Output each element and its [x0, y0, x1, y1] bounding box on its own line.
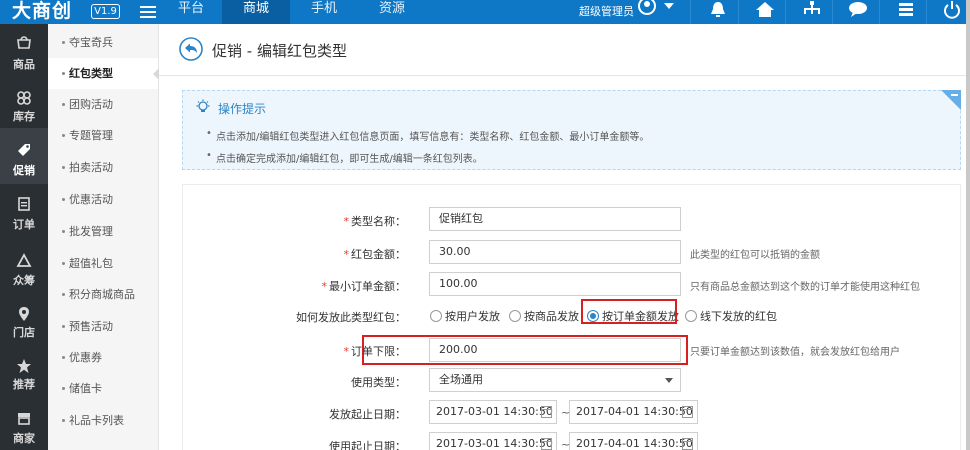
- calendar-icon[interactable]: [682, 406, 693, 418]
- version-badge: V1.9: [91, 4, 120, 19]
- merchant-icon: [18, 413, 30, 425]
- lightbulb-icon: [196, 99, 210, 112]
- use-dates-label: 使用起止日期：: [329, 440, 406, 450]
- nav-item-label: 众筹: [13, 274, 35, 287]
- minus-icon: [951, 94, 958, 96]
- subnav-item-bonus-type[interactable]: 红包类型: [48, 58, 159, 89]
- calendar-icon[interactable]: [682, 438, 693, 450]
- min-order-hint: 只有商品总金额达到这个数的订单才能使用这种红包: [690, 282, 920, 293]
- use-type-label: 使用类型：: [351, 376, 406, 389]
- amount-input[interactable]: 30.00: [429, 240, 681, 264]
- tip-text: 点击添加/编辑红包类型进入红包信息页面，填写信息有：类型名称、红包金额、最小订单…: [206, 128, 649, 143]
- highlight-box: [581, 299, 677, 324]
- amount-label: * 红包金额：: [343, 248, 407, 261]
- subnav-item-treasure[interactable]: 夺宝奇兵: [48, 27, 158, 58]
- nav-item-crowdfund[interactable]: 众筹: [0, 240, 48, 292]
- star-icon: [17, 359, 31, 373]
- subnav-item-auction[interactable]: 拍卖活动: [48, 152, 158, 183]
- chat-icon[interactable]: [847, 0, 871, 20]
- subnav-item-group-buy[interactable]: 团购活动: [48, 89, 158, 120]
- goods-icon: [17, 36, 31, 49]
- top-bar: 大商创 V1.9 平台 商城 手机 资源 超级管理员: [0, 0, 970, 24]
- stack-icon[interactable]: [894, 0, 918, 20]
- radio-by-user[interactable]: 按用户发放: [430, 308, 500, 324]
- nav-item-recommend[interactable]: 推荐: [0, 344, 48, 396]
- nav-item-goods[interactable]: 商品: [0, 24, 48, 76]
- subnav-item-points-mall[interactable]: 积分商城商品: [48, 279, 158, 310]
- radio-by-goods[interactable]: 按商品发放: [509, 308, 579, 324]
- order-floor-hint: 只要订单金额达到该数值，就会发放红包给用户: [690, 347, 900, 358]
- subnav-item-topic[interactable]: 专题管理: [48, 120, 158, 151]
- nav-item-label: 门店: [13, 326, 35, 339]
- crowdfund-icon: [16, 253, 32, 267]
- subnav-item-wholesale[interactable]: 批发管理: [48, 216, 158, 247]
- primary-nav: 商品 库存 促销 订单 众筹 门店 推荐 商家: [0, 24, 48, 450]
- tips-title: 操作提示: [218, 102, 267, 116]
- chevron-down-icon: [665, 378, 673, 383]
- type-name-input[interactable]: 促销红包: [429, 207, 681, 231]
- use-type-value: 全场通用: [439, 373, 483, 386]
- top-tab-resources[interactable]: 资源: [358, 0, 426, 24]
- send-start-date-input[interactable]: 2017-03-01 14:30:50: [429, 400, 557, 424]
- nav-item-label: 推荐: [13, 378, 35, 391]
- power-icon[interactable]: [940, 0, 964, 20]
- min-order-input[interactable]: 100.00: [429, 272, 681, 296]
- nav-item-promotion[interactable]: 促销: [0, 128, 48, 184]
- order-floor-label: * 订单下限：: [343, 345, 407, 358]
- subnav-item-value-card[interactable]: 储值卡: [48, 373, 158, 404]
- amount-hint: 此类型的红包可以抵销的金额: [690, 250, 820, 261]
- nav-item-merchant[interactable]: 商家: [0, 396, 48, 448]
- type-name-label: * 类型名称：: [343, 215, 407, 228]
- use-start-date-input[interactable]: 2017-03-01 14:30:50: [429, 432, 557, 450]
- subnav-item-discount[interactable]: 优惠活动: [48, 184, 158, 215]
- back-button[interactable]: [179, 37, 203, 61]
- nav-item-label: 订单: [13, 218, 35, 231]
- bell-icon[interactable]: [706, 0, 730, 20]
- top-tab-mobile[interactable]: 手机: [290, 0, 358, 24]
- page-title: 促销 - 编辑红包类型: [212, 42, 347, 60]
- store-location-icon: [19, 307, 29, 321]
- order-icon: [18, 197, 30, 211]
- order-floor-input[interactable]: 200.00: [429, 338, 681, 362]
- secondary-nav: 夺宝奇兵 红包类型 团购活动 专题管理 拍卖活动 优惠活动 批发管理 超值礼包 …: [48, 24, 159, 450]
- home-icon[interactable]: [753, 0, 777, 20]
- top-tab-mall[interactable]: 商城: [222, 0, 290, 24]
- page-header: 促销 - 编辑红包类型: [159, 24, 966, 76]
- send-method-label: 如何发放此类型红包：: [296, 311, 406, 324]
- radio-offline[interactable]: 线下发放的红包: [685, 308, 777, 324]
- nav-item-label: 商家: [13, 432, 35, 445]
- top-tab-platform[interactable]: 平台: [160, 0, 222, 24]
- main-content: 促销 - 编辑红包类型 操作提示 点击添加/编辑红包类型进入红包信息页面，填写信…: [159, 24, 966, 450]
- use-type-select[interactable]: 全场通用: [429, 368, 681, 392]
- subnav-item-gift-card-list[interactable]: 礼品卡列表: [48, 405, 158, 436]
- nav-item-label: 库存: [13, 110, 35, 123]
- collapse-tips-toggle[interactable]: [941, 90, 961, 110]
- logo[interactable]: 大商创: [12, 0, 72, 24]
- subnav-item-gift-package[interactable]: 超值礼包: [48, 248, 158, 279]
- calendar-icon[interactable]: [541, 438, 552, 450]
- promotion-icon: [18, 144, 30, 156]
- nav-item-store[interactable]: 门店: [0, 292, 48, 344]
- window-edge: [966, 0, 970, 450]
- nav-item-inventory[interactable]: 库存: [0, 76, 48, 128]
- tip-text: 点击确定完成添加/编辑红包，即可生成/编辑一条红包列表。: [206, 150, 483, 165]
- nav-item-order[interactable]: 订单: [0, 188, 48, 240]
- bonus-type-form: * 类型名称： 促销红包 * 红包金额： 30.00 此类型的红包可以抵销的金额 *…: [182, 184, 961, 450]
- admin-name[interactable]: 超级管理员: [579, 4, 634, 20]
- nav-item-label: 促销: [13, 164, 35, 177]
- subnav-item-coupon[interactable]: 优惠券: [48, 342, 158, 373]
- tips-panel: 操作提示 点击添加/编辑红包类型进入红包信息页面，填写信息有：类型名称、红包金额…: [182, 90, 961, 170]
- min-order-label: * 最小订单金额：: [321, 280, 407, 293]
- send-end-date-input[interactable]: 2017-04-01 14:30:50: [569, 400, 698, 424]
- sitemap-icon[interactable]: [800, 0, 824, 20]
- avatar-icon[interactable]: [636, 0, 658, 18]
- menu-toggle-icon[interactable]: [140, 6, 156, 18]
- calendar-icon[interactable]: [541, 406, 552, 418]
- chevron-down-icon[interactable]: [664, 3, 674, 9]
- nav-item-label: 商品: [13, 58, 35, 71]
- subnav-item-presale[interactable]: 预售活动: [48, 311, 158, 342]
- send-dates-label: 发放起止日期：: [329, 408, 406, 421]
- use-end-date-input[interactable]: 2017-04-01 14:30:50: [569, 432, 698, 450]
- inventory-icon: [17, 91, 31, 105]
